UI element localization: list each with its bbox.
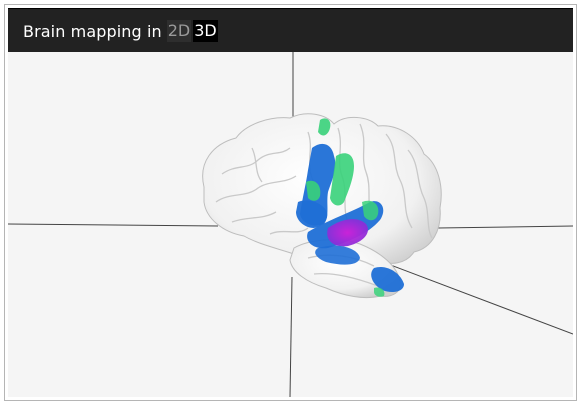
view-mode-2d-button[interactable]: 2D (166, 20, 192, 42)
axis-line-horizontal-right (437, 225, 573, 229)
header-bar: Brain mapping in 2D 3D (8, 8, 573, 52)
axis-line-vertical-lower (289, 276, 293, 397)
page-title: Brain mapping in (23, 21, 162, 41)
title-row: Brain mapping in 2D 3D (23, 20, 218, 42)
axis-line-horizontal (8, 223, 219, 227)
3d-viewport[interactable] (8, 52, 573, 397)
view-mode-3d-button[interactable]: 3D (193, 20, 218, 42)
brain-3d-scene (8, 52, 573, 397)
